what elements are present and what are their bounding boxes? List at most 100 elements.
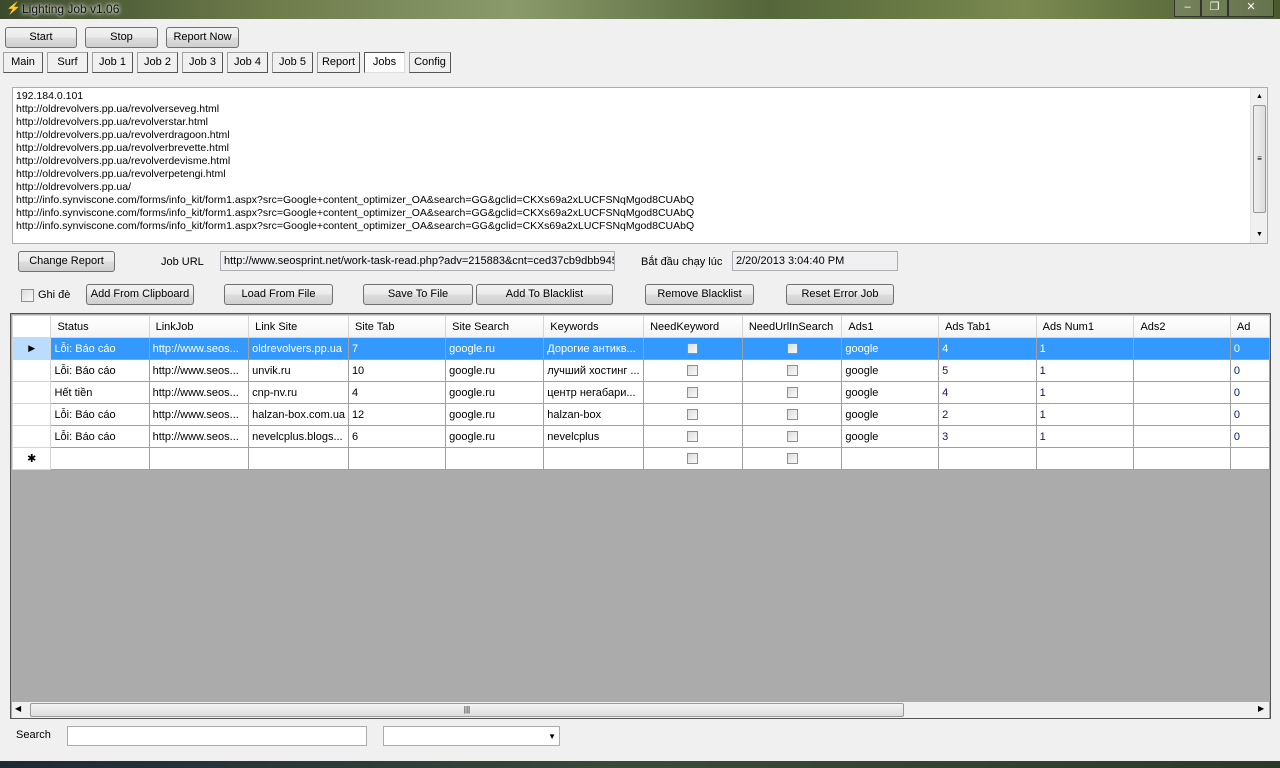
table-cell[interactable]: google <box>841 337 940 360</box>
change-report-button[interactable]: Change Report <box>18 251 115 272</box>
table-cell[interactable] <box>50 447 150 470</box>
table-cell[interactable] <box>1133 425 1231 448</box>
checkbox[interactable] <box>687 453 699 465</box>
tab-job-5[interactable]: Job 5 <box>272 52 313 73</box>
add-from-clipboard-button[interactable]: Add From Clipboard <box>86 284 194 305</box>
table-cell[interactable]: cnp-nv.ru <box>248 381 349 404</box>
table-cell[interactable]: 0 <box>1229 337 1270 360</box>
table-cell[interactable]: 0 <box>1229 403 1270 426</box>
scroll-up-icon[interactable]: ▲ <box>1251 90 1267 103</box>
table-cell[interactable]: Lỗi: Báo cáo <box>50 359 150 382</box>
table-cell[interactable]: http://www.seos... <box>148 403 250 426</box>
checkbox-cell[interactable] <box>643 447 743 470</box>
add-to-blacklist-button[interactable]: Add To Blacklist <box>476 284 613 305</box>
tab-job-1[interactable]: Job 1 <box>92 52 133 73</box>
jobs-grid[interactable]: Status LinkJob Link Site Site Tab Site Searc… <box>10 313 1271 719</box>
table-row[interactable]: ▶ Lỗi: Báo cáo http://www.seos... oldrevolv… <box>11 337 1270 360</box>
checkbox[interactable] <box>687 343 699 355</box>
table-cell[interactable]: google.ru <box>445 425 545 448</box>
table-cell[interactable] <box>347 447 447 470</box>
table-cell[interactable]: 0 <box>1229 425 1270 448</box>
table-cell[interactable]: oldrevolvers.pp.ua <box>248 337 349 360</box>
grid-scroll-thumb[interactable]: ||| <box>30 703 904 717</box>
column-header[interactable]: Ads Tab1 <box>938 315 1037 338</box>
table-cell[interactable]: google.ru <box>445 403 545 426</box>
table-row[interactable]: Hết tiền http://www.seos... cnp-nv.ru 4 goog… <box>11 381 1270 404</box>
table-cell[interactable] <box>1133 359 1231 382</box>
chevron-down-icon[interactable]: ▼ <box>548 728 556 745</box>
row-header[interactable]: ✱ <box>11 447 52 470</box>
table-cell[interactable] <box>445 447 545 470</box>
tab-job-4[interactable]: Job 4 <box>227 52 268 73</box>
tab-jobs[interactable]: Jobs <box>364 52 405 73</box>
column-header[interactable]: Ads1 <box>841 315 940 338</box>
table-cell[interactable]: центр негабари... <box>543 381 645 404</box>
column-header[interactable]: Site Search <box>445 315 545 338</box>
table-cell[interactable]: google <box>841 359 940 382</box>
table-cell[interactable]: 1 <box>1035 381 1135 404</box>
row-header[interactable] <box>11 381 52 404</box>
checkbox[interactable] <box>687 409 699 421</box>
checkbox[interactable] <box>786 409 798 421</box>
table-cell[interactable]: Lỗi: Báo cáo <box>50 425 150 448</box>
table-cell[interactable]: 7 <box>347 337 447 360</box>
table-row[interactable]: Lỗi: Báo cáo http://www.seos... unvik.ru 10… <box>11 359 1270 382</box>
table-row[interactable]: Lỗi: Báo cáo http://www.seos... nevelcplus… <box>11 425 1270 448</box>
table-cell[interactable]: Дорогие антикв... <box>543 337 645 360</box>
scroll-left-icon[interactable]: ◀ <box>15 704 21 713</box>
load-from-file-button[interactable]: Load From File <box>224 284 333 305</box>
checkbox-cell[interactable] <box>741 337 843 360</box>
table-cell[interactable]: halzan-box <box>543 403 645 426</box>
remove-blacklist-button[interactable]: Remove Blacklist <box>645 284 754 305</box>
table-cell[interactable]: 4 <box>347 381 447 404</box>
checkbox-cell[interactable] <box>741 425 843 448</box>
table-cell[interactable] <box>1229 447 1270 470</box>
save-to-file-button[interactable]: Save To File <box>363 284 473 305</box>
table-cell[interactable] <box>248 447 349 470</box>
checkbox-cell[interactable] <box>741 359 843 382</box>
start-time-field[interactable]: 2/20/2013 3:04:40 PM <box>732 251 898 271</box>
table-cell[interactable]: 0 <box>1229 381 1270 404</box>
table-cell[interactable] <box>1133 403 1231 426</box>
table-cell[interactable]: http://www.seos... <box>148 337 250 360</box>
table-cell[interactable]: 1 <box>1035 337 1135 360</box>
start-button[interactable]: Start <box>5 27 77 48</box>
column-header[interactable]: Link Site <box>248 315 349 338</box>
table-cell[interactable]: 3 <box>938 425 1037 448</box>
column-header[interactable]: Ad <box>1229 315 1270 338</box>
table-cell[interactable]: google <box>841 381 940 404</box>
new-row[interactable]: ✱ <box>11 447 1270 470</box>
table-cell[interactable]: 4 <box>938 337 1037 360</box>
column-header[interactable]: LinkJob <box>148 315 250 338</box>
checkbox[interactable] <box>786 365 798 377</box>
checkbox[interactable] <box>687 431 699 443</box>
checkbox[interactable] <box>687 387 699 399</box>
table-cell[interactable] <box>841 447 940 470</box>
close-button[interactable]: ✕ <box>1228 0 1274 17</box>
checkbox[interactable] <box>786 387 798 399</box>
table-cell[interactable] <box>1133 447 1231 470</box>
table-cell[interactable]: Hết tiền <box>50 381 150 404</box>
reset-error-job-button[interactable]: Reset Error Job <box>786 284 894 305</box>
row-header[interactable]: ▶ <box>11 337 52 360</box>
search-input[interactable] <box>67 726 367 746</box>
checkbox[interactable] <box>786 453 798 465</box>
table-cell[interactable]: http://www.seos... <box>148 425 250 448</box>
table-cell[interactable] <box>1133 337 1231 360</box>
table-cell[interactable]: google <box>841 425 940 448</box>
table-cell[interactable]: 12 <box>347 403 447 426</box>
table-cell[interactable]: nevelcplus.blogs... <box>248 425 349 448</box>
table-cell[interactable]: 0 <box>1229 359 1270 382</box>
column-header[interactable]: Ads2 <box>1133 315 1231 338</box>
table-cell[interactable]: http://www.seos... <box>148 359 250 382</box>
tab-config[interactable]: Config <box>409 52 451 73</box>
table-cell[interactable]: 2 <box>938 403 1037 426</box>
table-cell[interactable]: unvik.ru <box>248 359 349 382</box>
table-cell[interactable] <box>1133 381 1231 404</box>
tab-main[interactable]: Main <box>3 52 43 73</box>
checkbox-cell[interactable] <box>643 359 743 382</box>
scroll-right-icon[interactable]: ▶ <box>1258 704 1264 713</box>
table-cell[interactable]: 1 <box>1035 425 1135 448</box>
checkbox-cell[interactable] <box>741 381 843 404</box>
table-cell[interactable]: google.ru <box>445 381 545 404</box>
